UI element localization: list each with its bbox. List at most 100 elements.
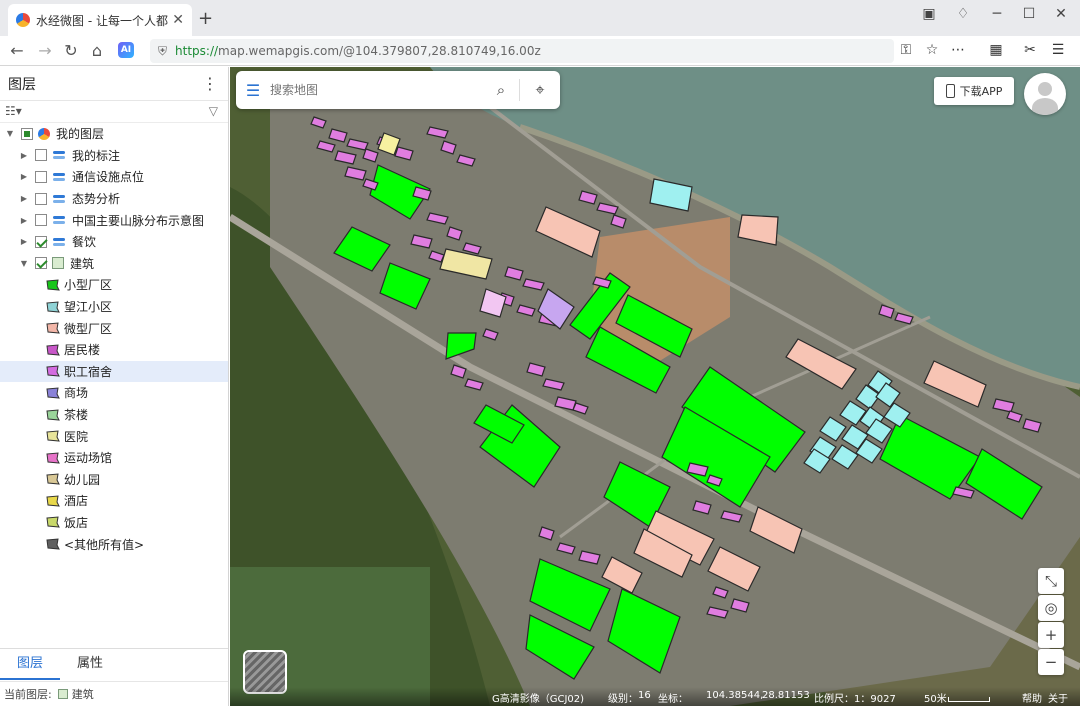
minimize-icon[interactable]: ─ (984, 6, 1010, 22)
legend-label: 幼儿园 (64, 472, 101, 487)
layer-row[interactable]: ▼ 我的图层 (0, 123, 228, 145)
help-link[interactable]: 帮助 (1022, 690, 1042, 705)
location-pin-icon[interactable]: ⌖ (520, 80, 560, 100)
layer-checkbox[interactable] (35, 257, 47, 270)
current-layer-name: 建筑 (71, 688, 94, 701)
reload-icon[interactable]: ↻ (60, 41, 82, 60)
layer-checkbox[interactable] (35, 235, 47, 248)
tab-attributes[interactable]: 属性 (60, 649, 120, 680)
satellite-map[interactable] (230, 67, 1080, 706)
layer-row[interactable]: ▶ 态势分析 (0, 188, 228, 210)
collapsed-arrow-icon[interactable]: ▶ (18, 151, 30, 160)
expanded-arrow-icon[interactable]: ▼ (18, 259, 30, 268)
key-icon[interactable]: ⚿ (896, 42, 916, 58)
shield-icon: ⛨ (158, 43, 168, 58)
search-box: ☰ ⌕ ⌖ (236, 71, 560, 109)
layer-view-icon[interactable]: ☷▾ (5, 104, 22, 118)
zoom-level-value: 16 (638, 690, 651, 701)
legend-row[interactable]: 幼儿园 (0, 469, 228, 491)
building-layer-icon (57, 689, 68, 699)
back-icon[interactable]: ← (6, 41, 28, 60)
search-icon[interactable]: ⌕ (483, 81, 519, 99)
legend-row[interactable]: 商场 (0, 382, 228, 404)
legend-row[interactable]: 职工宿舍 (0, 360, 228, 383)
expanded-arrow-icon[interactable]: ▼ (4, 129, 16, 138)
extensions-icon[interactable]: ▦ (986, 42, 1006, 58)
legend-row[interactable]: 酒店 (0, 490, 228, 512)
scale-ratio: 比例尺：1：9027 (814, 694, 896, 705)
menu-icon[interactable]: ☰ (1048, 42, 1068, 58)
latitude-value: 28.81153 (762, 690, 810, 701)
vector-layer-icon (52, 171, 66, 183)
panel-tabs: 图层 属性 (0, 648, 228, 680)
layer-row[interactable]: ▶ 餐饮 (0, 231, 228, 253)
layer-toolbar: ☷▾ ▽ (0, 101, 228, 123)
about-link[interactable]: 关于 (1048, 690, 1068, 705)
layer-row[interactable]: ▼ 建筑 (0, 253, 228, 275)
close-tab-icon[interactable]: ✕ (172, 12, 184, 28)
measure-tool-icon[interactable]: ⤡ (1038, 568, 1064, 594)
map-view[interactable]: ☰ ⌕ ⌖ 下载APP ⤡ ◎ + − G高清影像（GCJ02) 级别： 16 … (230, 67, 1080, 706)
sidebar-toggle-icon[interactable]: ▣ (916, 6, 942, 22)
close-window-icon[interactable]: ✕ (1048, 6, 1074, 22)
layer-tree: ▼ 我的图层 ▶ 我的标注 ▶ 通信设施点位 ▶ 态势分析 ▶ 中国主要山脉分布示意图 ▶ 餐饮 ▼ 建筑… (0, 123, 228, 555)
legend-row[interactable]: 望江小区 (0, 296, 228, 318)
collapsed-arrow-icon[interactable]: ▶ (18, 237, 30, 246)
cut-icon[interactable]: ✂ (1020, 42, 1040, 58)
layer-row[interactable]: ▶ 通信设施点位 (0, 166, 228, 188)
ai-assistant-icon[interactable]: AI (118, 42, 134, 58)
legend-label: 饭店 (64, 515, 89, 530)
hamburger-menu-icon[interactable]: ☰ (236, 81, 270, 100)
forward-icon[interactable]: → (34, 41, 56, 60)
layer-checkbox[interactable] (35, 170, 47, 183)
zoom-in-button[interactable]: + (1038, 622, 1064, 648)
layer-label: 通信设施点位 (72, 170, 145, 185)
maximize-icon[interactable]: ☐ (1016, 6, 1042, 22)
filter-icon[interactable]: ▽ (209, 104, 218, 118)
legend-row[interactable]: 居民楼 (0, 339, 228, 361)
legend-row[interactable]: 小型厂区 (0, 274, 228, 296)
collapsed-arrow-icon[interactable]: ▶ (18, 194, 30, 203)
layer-checkbox[interactable] (35, 192, 47, 205)
legend-row[interactable]: 饭店 (0, 512, 228, 534)
legend-label: 运动场馆 (64, 451, 113, 466)
more-icon[interactable]: ⋯ (948, 42, 968, 58)
download-app-label: 下载APP (959, 85, 1003, 98)
polygon-symbol-icon (46, 408, 60, 421)
shirt-icon[interactable]: ♢ (950, 6, 976, 22)
new-tab-icon[interactable]: + (198, 8, 213, 29)
browser-tab[interactable]: 水经微图 - 让每一个人都有自 ✕ (8, 4, 192, 36)
legend-label: 茶楼 (64, 408, 89, 423)
bookmark-star-icon[interactable]: ☆ (922, 42, 942, 58)
legend-row[interactable]: 医院 (0, 425, 228, 447)
legend-label: <其他所有值> (64, 537, 145, 552)
building-layer-icon (52, 257, 64, 270)
coordinate-label: 坐标： (658, 694, 688, 705)
collapsed-arrow-icon[interactable]: ▶ (18, 172, 30, 181)
layer-label: 我的标注 (72, 148, 121, 163)
layer-checkbox[interactable] (35, 214, 47, 227)
home-icon[interactable]: ⌂ (86, 41, 108, 60)
legend-row[interactable]: 运动场馆 (0, 447, 228, 469)
collapsed-arrow-icon[interactable]: ▶ (18, 216, 30, 225)
layer-row[interactable]: ▶ 中国主要山脉分布示意图 (0, 209, 228, 231)
zoom-out-button[interactable]: − (1038, 649, 1064, 675)
legend-row[interactable]: <其他所有值> (0, 533, 228, 555)
user-avatar[interactable] (1024, 73, 1066, 115)
tab-layers[interactable]: 图层 (0, 649, 60, 680)
search-input[interactable] (270, 83, 483, 97)
legend-label: 医院 (64, 429, 89, 444)
legend-label: 职工宿舍 (64, 364, 113, 379)
panel-more-icon[interactable]: ⋮ (202, 74, 218, 93)
layer-row[interactable]: ▶ 我的标注 (0, 145, 228, 167)
panel-title: 图层 (8, 76, 36, 93)
longitude-value: 104.38544, (706, 690, 764, 701)
download-app-button[interactable]: 下载APP (934, 77, 1014, 105)
phone-icon (945, 84, 955, 98)
locate-me-icon[interactable]: ◎ (1038, 595, 1064, 621)
legend-row[interactable]: 微型厂区 (0, 317, 228, 339)
layer-checkbox[interactable] (35, 149, 47, 162)
url-field[interactable]: ⛨ https:// map.wemapgis.com/@104.379807,… (150, 39, 894, 63)
legend-row[interactable]: 茶楼 (0, 404, 228, 426)
layer-checkbox[interactable] (21, 127, 33, 140)
